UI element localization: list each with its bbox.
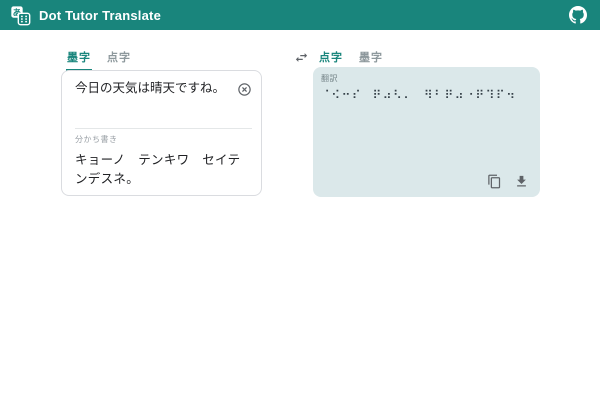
source-text-input[interactable]: 今日の天気は晴天ですね。 xyxy=(75,80,232,96)
segmentation-label: 分かち書き xyxy=(75,134,252,145)
copy-button[interactable] xyxy=(486,173,502,189)
target-card: 翻訳 ⠈⠪⠒⠎⠀⠟⠴⠣⠄⠀⠻⠃⠟⠴⠐⠟⠹⠏⠲ xyxy=(313,67,540,197)
source-card: 今日の天気は晴天ですね。 分かち書き キョーノ テンキワ セイテンデスネ。 xyxy=(61,70,262,196)
output-actions xyxy=(486,173,529,189)
translation-label: 翻訳 xyxy=(321,73,532,84)
source-tab-sumiji[interactable]: 墨字 xyxy=(66,49,92,71)
source-tabs: 墨字 点字 xyxy=(66,49,132,71)
source-input-row: 今日の天気は晴天ですね。 xyxy=(75,80,252,128)
copy-icon xyxy=(487,174,502,189)
download-button[interactable] xyxy=(513,173,529,189)
app-header: あ Dot Tutor Translate xyxy=(0,0,600,30)
clear-input-button[interactable] xyxy=(236,81,252,97)
github-icon xyxy=(569,6,587,24)
braille-output: ⠈⠪⠒⠎⠀⠟⠴⠣⠄⠀⠻⠃⠟⠴⠐⠟⠹⠏⠲ xyxy=(321,88,532,102)
download-icon xyxy=(514,174,529,189)
clear-circle-icon xyxy=(237,82,252,97)
app-window: あ Dot Tutor Translate 墨字 点字 xyxy=(0,0,600,400)
github-link-button[interactable] xyxy=(566,3,590,27)
swap-horizontal-icon xyxy=(294,50,309,65)
swap-direction-button[interactable] xyxy=(292,48,310,66)
app-logo-icon: あ xyxy=(10,5,31,26)
segmentation-text: キョーノ テンキワ セイテンデスネ。 xyxy=(75,149,252,187)
app-title: Dot Tutor Translate xyxy=(39,8,161,23)
card-divider xyxy=(75,128,252,129)
source-tab-tenji[interactable]: 点字 xyxy=(106,49,132,71)
